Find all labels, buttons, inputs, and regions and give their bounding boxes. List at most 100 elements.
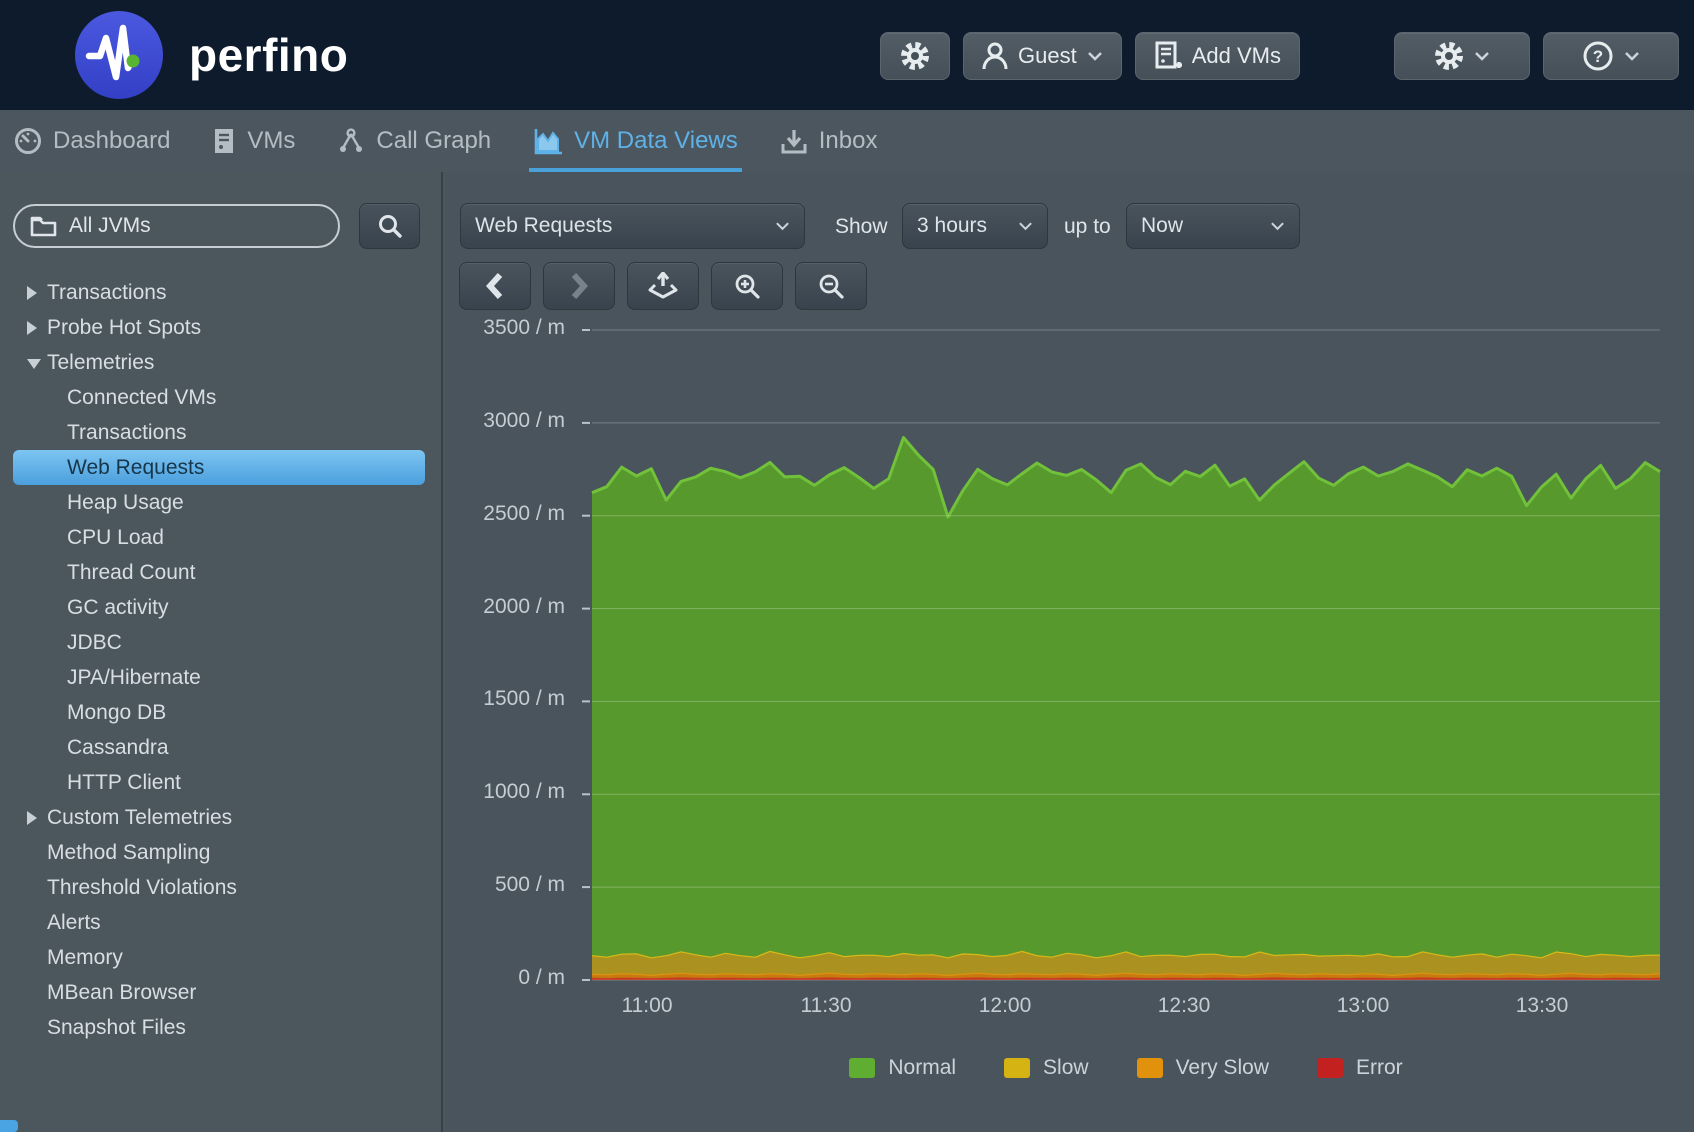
chevron-down-icon: [1474, 51, 1490, 61]
telemetry-tree: TransactionsProbe Hot SpotsTelemetriesCo…: [0, 275, 441, 1045]
guest-menu-button[interactable]: Guest: [963, 32, 1122, 80]
help-menu-button[interactable]: ?: [1543, 32, 1679, 80]
metric-select[interactable]: Web Requests: [460, 203, 805, 249]
sidebar-item-snapshot-files[interactable]: Snapshot Files: [0, 1010, 441, 1045]
sidebar-item-telemetries[interactable]: Telemetries: [0, 345, 441, 380]
tab-vms[interactable]: VMs: [212, 110, 295, 172]
sidebar-item-jdbc[interactable]: JDBC: [0, 625, 441, 660]
tab-label: Inbox: [819, 127, 878, 155]
sidebar-item-label: Custom Telemetries: [47, 800, 232, 835]
sidebar-item-probe-hot-spots[interactable]: Probe Hot Spots: [0, 310, 441, 345]
gear-icon: [1434, 41, 1464, 71]
range-select[interactable]: 3 hours: [902, 203, 1048, 249]
folder-icon: [30, 215, 57, 237]
add-vm-icon: [1154, 41, 1182, 71]
legend-label: Normal: [888, 1056, 956, 1080]
brand: perfino: [75, 11, 348, 99]
y-axis-label: 2500 / m: [445, 502, 565, 526]
previous-interval-button[interactable]: [459, 262, 531, 310]
x-axis-label: 13:30: [1472, 994, 1612, 1018]
search-button[interactable]: [359, 203, 420, 249]
chevron-down-icon: [1270, 221, 1285, 231]
y-axis-label: 3500 / m: [445, 316, 565, 340]
settings-button[interactable]: [880, 32, 950, 80]
sidebar-item-gc-activity[interactable]: GC activity: [0, 590, 441, 625]
chevron-down-icon: [1018, 221, 1033, 231]
export-button[interactable]: [627, 262, 699, 310]
chevron-right-icon: [570, 273, 588, 299]
add-vms-button[interactable]: Add VMs: [1135, 32, 1300, 80]
tab-label: VMs: [247, 127, 295, 155]
sidebar-item-alerts[interactable]: Alerts: [0, 905, 441, 940]
sidebar-item-label: Probe Hot Spots: [47, 310, 201, 345]
range-select-value: 3 hours: [917, 214, 987, 238]
config-menu-button[interactable]: [1394, 32, 1530, 80]
tree-expander-icon[interactable]: [27, 286, 37, 300]
sidebar-item-custom-telemetries[interactable]: Custom Telemetries: [0, 800, 441, 835]
tab-inbox[interactable]: Inbox: [780, 110, 878, 172]
sidebar: All JVMs TransactionsProbe Hot SpotsTele…: [0, 172, 443, 1132]
app-header: perfino Guest: [0, 0, 1694, 110]
legend-swatch: [1004, 1058, 1030, 1078]
sidebar-item-cassandra[interactable]: Cassandra: [0, 730, 441, 765]
sidebar-item-label: Connected VMs: [67, 380, 216, 415]
sidebar-item-label: CPU Load: [67, 520, 164, 555]
legend-label: Error: [1356, 1056, 1403, 1080]
zoom-in-button[interactable]: [711, 262, 783, 310]
metric-select-value: Web Requests: [475, 214, 612, 238]
y-axis-label: 500 / m: [445, 873, 565, 897]
legend-item-normal: Normal: [849, 1056, 956, 1080]
tab-call-graph[interactable]: Call Graph: [337, 110, 491, 172]
x-axis-label: 13:00: [1293, 994, 1433, 1018]
sidebar-item-thread-count[interactable]: Thread Count: [0, 555, 441, 590]
sidebar-item-label: Snapshot Files: [47, 1010, 186, 1045]
chevron-down-icon: [1624, 51, 1640, 61]
chevron-down-icon: [775, 221, 790, 231]
help-icon: ?: [1582, 40, 1614, 72]
tab-dashboard[interactable]: Dashboard: [14, 110, 170, 172]
next-interval-button[interactable]: [543, 262, 615, 310]
vms-icon: [212, 127, 236, 155]
legend-label: Very Slow: [1176, 1056, 1269, 1080]
end-time-select[interactable]: Now: [1126, 203, 1300, 249]
sidebar-item-mongo-db[interactable]: Mongo DB: [0, 695, 441, 730]
sidebar-item-cpu-load[interactable]: CPU Load: [0, 520, 441, 555]
sidebar-item-web-requests[interactable]: Web Requests: [13, 450, 425, 485]
sidebar-item-connected-vms[interactable]: Connected VMs: [0, 380, 441, 415]
tab-vm-data-views[interactable]: VM Data Views: [533, 110, 738, 172]
guest-label: Guest: [1018, 43, 1077, 69]
sidebar-item-label: HTTP Client: [67, 765, 181, 800]
header-actions: Guest Add VMs: [880, 32, 1679, 80]
tree-expander-icon[interactable]: [27, 321, 37, 335]
sidebar-item-label: MBean Browser: [47, 975, 196, 1010]
x-axis-label: 12:00: [935, 994, 1075, 1018]
corner-indicator: [0, 1120, 18, 1132]
sidebar-item-transactions[interactable]: Transactions: [0, 275, 441, 310]
sidebar-item-label: Transactions: [47, 275, 166, 310]
sidebar-item-threshold-violations[interactable]: Threshold Violations: [0, 870, 441, 905]
pulse-logo-icon: [75, 11, 163, 99]
jvm-filter-input[interactable]: All JVMs: [13, 204, 340, 248]
call-graph-icon: [337, 127, 365, 155]
web-requests-chart[interactable]: [592, 330, 1660, 980]
sidebar-item-method-sampling[interactable]: Method Sampling: [0, 835, 441, 870]
inbox-icon: [780, 127, 808, 155]
sidebar-item-label: Mongo DB: [67, 695, 166, 730]
chart-legend: NormalSlowVery SlowError: [592, 1056, 1660, 1080]
tree-expander-icon[interactable]: [27, 811, 37, 825]
sidebar-item-transactions[interactable]: Transactions: [0, 415, 441, 450]
dashboard-icon: [14, 127, 42, 155]
sidebar-item-memory[interactable]: Memory: [0, 940, 441, 975]
tab-label: Call Graph: [376, 127, 491, 155]
zoom-out-button[interactable]: [795, 262, 867, 310]
tree-expander-icon[interactable]: [27, 359, 41, 369]
main-nav: Dashboard VMs Call Graph VM Data Views: [0, 110, 1694, 172]
sidebar-item-label: Threshold Violations: [47, 870, 237, 905]
sidebar-item-mbean-browser[interactable]: MBean Browser: [0, 975, 441, 1010]
sidebar-item-jpa-hibernate[interactable]: JPA/Hibernate: [0, 660, 441, 695]
x-axis-label: 11:30: [756, 994, 896, 1018]
sidebar-item-label: Transactions: [67, 415, 186, 450]
sidebar-item-http-client[interactable]: HTTP Client: [0, 765, 441, 800]
sidebar-item-heap-usage[interactable]: Heap Usage: [0, 485, 441, 520]
app-title: perfino: [189, 28, 348, 82]
